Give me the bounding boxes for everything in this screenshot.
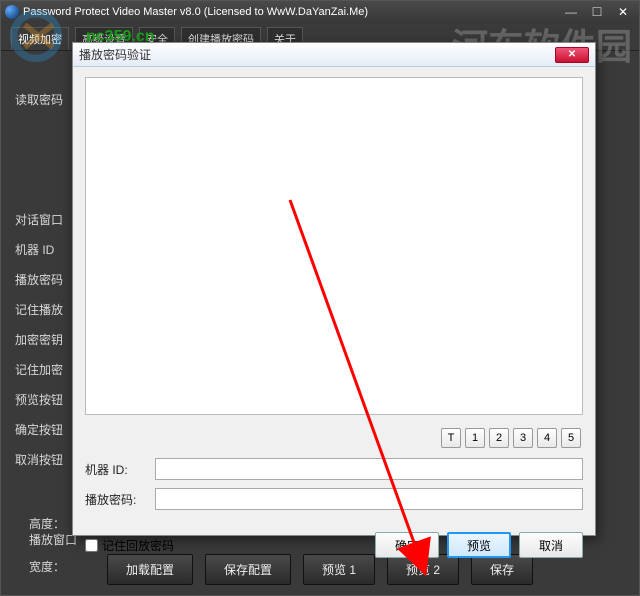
digit-button-row: T 1 2 3 4 5 — [85, 428, 581, 448]
label-remember-play: 记住播放 — [15, 301, 75, 319]
dialog-close-button[interactable]: ✕ — [555, 47, 589, 63]
label-preview-btn: 预览按钮 — [15, 391, 75, 409]
main-close-button[interactable]: ✕ — [611, 4, 635, 20]
label-encrypt-key: 加密密钥 — [15, 331, 75, 349]
machine-id-input[interactable] — [155, 458, 583, 480]
digit-button-t[interactable]: T — [441, 428, 461, 448]
dialog-preview-button[interactable]: 预览 — [447, 532, 511, 558]
label-read-password: 读取密码 — [15, 91, 75, 109]
close-icon: ✕ — [568, 49, 576, 60]
main-title: Password Protect Video Master v8.0 (Lice… — [23, 6, 368, 18]
label-height-2: 高度： — [29, 515, 65, 532]
label-play-password: 播放密码 — [15, 271, 75, 289]
play-password-row: 播放密码: — [85, 488, 583, 510]
remember-password-label: 记住回放密码 — [102, 537, 174, 554]
tab-video-encrypt[interactable]: 视频加密 — [11, 27, 69, 50]
dialog-titlebar: 播放密码验证 ✕ — [73, 43, 595, 67]
app-icon — [5, 5, 19, 19]
digit-button-1[interactable]: 1 — [465, 428, 485, 448]
machine-id-label: 机器 ID: — [85, 461, 155, 478]
digit-button-5[interactable]: 5 — [561, 428, 581, 448]
play-password-input[interactable] — [155, 488, 583, 510]
label-remember-encrypt: 记住加密 — [15, 361, 75, 379]
dialog-ok-button[interactable]: 确定 — [375, 532, 439, 558]
dialog-body: T 1 2 3 4 5 机器 ID: 播放密码: — [73, 67, 595, 528]
maximize-button[interactable]: ☐ — [585, 4, 609, 20]
machine-id-row: 机器 ID: — [85, 458, 583, 480]
dialog-footer: 记住回放密码 确定 预览 取消 — [73, 528, 595, 568]
remember-password-checkbox-wrap[interactable]: 记住回放密码 — [85, 537, 174, 554]
label-machine-id: 机器 ID — [15, 241, 75, 259]
digit-button-2[interactable]: 2 — [489, 428, 509, 448]
dialog-title: 播放密码验证 — [79, 46, 151, 63]
password-verify-dialog: 播放密码验证 ✕ T 1 2 3 4 5 机器 ID: 播放密码: 记住回放密码… — [72, 42, 596, 536]
digit-button-4[interactable]: 4 — [537, 428, 557, 448]
main-titlebar: Password Protect Video Master v8.0 (Lice… — [1, 1, 639, 23]
play-password-label: 播放密码: — [85, 491, 155, 508]
remember-password-checkbox[interactable] — [85, 539, 98, 552]
left-form-labels: 读取密码 对话窗口 机器 ID 播放密码 记住播放 加密密钥 记住加密 预览按钮… — [15, 91, 75, 481]
label-play-window: 播放窗口 — [29, 531, 77, 548]
digit-button-3[interactable]: 3 — [513, 428, 533, 448]
label-dialog-window: 对话窗口 — [15, 211, 75, 229]
label-cancel-btn: 取消按钮 — [15, 451, 75, 469]
dialog-cancel-button[interactable]: 取消 — [519, 532, 583, 558]
label-ok-btn: 确定按钮 — [15, 421, 75, 439]
message-textarea[interactable] — [85, 77, 583, 415]
minimize-button[interactable]: — — [559, 4, 583, 20]
